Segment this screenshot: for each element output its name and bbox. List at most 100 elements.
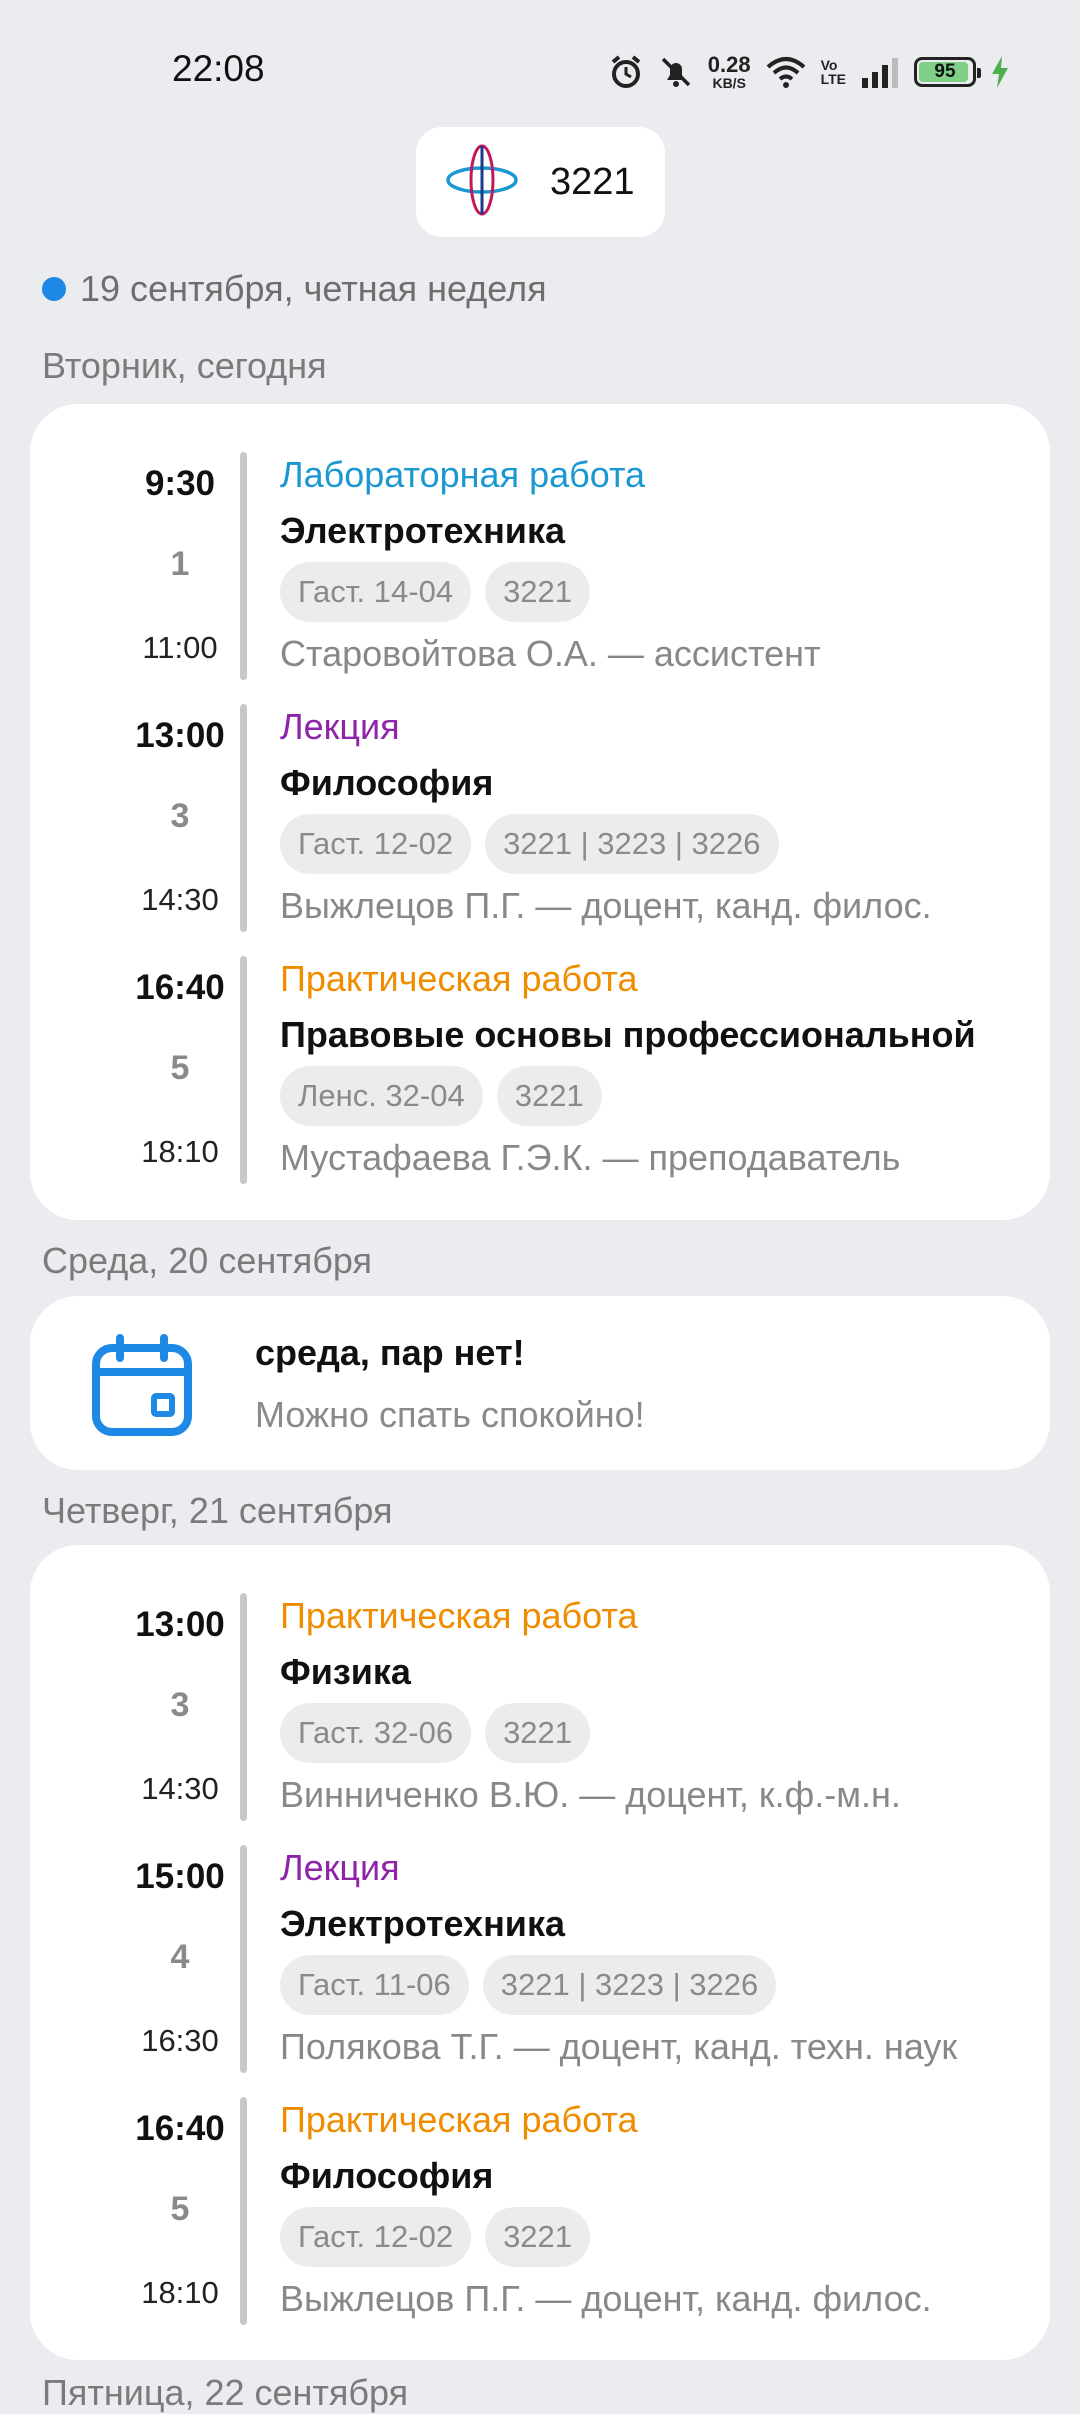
lesson-time: 16:40 5 18:10 — [70, 932, 290, 1169]
lesson-end-time: 14:30 — [141, 882, 219, 917]
battery-level: 95 — [934, 61, 956, 82]
lesson-start-time: 15:00 — [135, 1857, 225, 1896]
no-classes-subtitle: Можно спать спокойно! — [255, 1394, 645, 1435]
group-selector[interactable]: 3221 — [416, 127, 665, 237]
lesson-number: 3 — [170, 797, 190, 835]
lesson-type: Лекция — [280, 1847, 400, 1888]
lesson-time: 13:00 3 14:30 — [70, 680, 290, 917]
lesson-subject: Электротехника — [280, 510, 565, 551]
lesson-item[interactable]: 15:00 4 16:30 Лекция Электротехника Гаст… — [30, 1821, 1050, 2073]
lesson-end-time: 14:30 — [141, 1771, 219, 1806]
lesson-item[interactable]: 16:40 5 18:10 Практическая работа Правов… — [30, 932, 1050, 1184]
volte-top: Vo — [820, 57, 838, 73]
lesson-number: 4 — [170, 1938, 190, 1976]
lesson-number: 1 — [170, 545, 190, 583]
current-week-dot — [42, 277, 66, 301]
lesson-item[interactable]: 16:40 5 18:10 Практическая работа Филосо… — [30, 2073, 1050, 2325]
groups-chip[interactable]: 3221 — [496, 1066, 602, 1126]
room-chip[interactable]: Гаст. 32-06 — [280, 1703, 472, 1763]
lesson-info: Практическая работа Правовые основы проф… — [280, 952, 1030, 1190]
lesson-start-time: 13:00 — [135, 716, 225, 755]
lesson-divider — [240, 2097, 247, 2325]
lesson-item[interactable]: 13:00 3 14:30 Практическая работа Физика… — [30, 1569, 1050, 1821]
lesson-end-time: 18:10 — [141, 2275, 219, 2310]
lesson-end-time: 18:10 — [141, 1134, 219, 1169]
charging-icon — [990, 55, 1010, 89]
no-classes-title: среда, пар нет! — [255, 1332, 525, 1373]
lesson-number: 5 — [170, 2190, 190, 2228]
calendar-icon — [88, 1332, 196, 1445]
day-header: Вторник, сегодня — [42, 345, 327, 386]
lesson-time: 13:00 3 14:30 — [70, 1569, 290, 1806]
university-logo-icon — [444, 142, 520, 223]
wifi-icon — [765, 55, 807, 89]
lesson-end-time: 11:00 — [142, 630, 218, 665]
lesson-subject: Электротехника — [280, 1903, 565, 1944]
lesson-subject: Философия — [280, 762, 494, 803]
lesson-time: 9:30 1 11:00 — [70, 428, 290, 665]
week-text: 19 сентября, четная неделя — [80, 268, 547, 309]
room-chip[interactable]: Ленс. 32-04 — [280, 1066, 483, 1126]
lesson-info: Лабораторная работа Электротехника Гаст.… — [280, 448, 1030, 686]
groups-chip[interactable]: 3221 — [485, 1703, 591, 1763]
groups-chip[interactable]: 3221 — [485, 562, 591, 622]
lesson-divider — [240, 1845, 247, 2073]
lesson-type: Лабораторная работа — [280, 454, 646, 495]
status-bar: 22:08 0.28 KB/S Vo LTE 95 — [0, 0, 1080, 140]
net-speed-unit: KB/S — [712, 75, 746, 91]
groups-chip[interactable]: 3221 | 3223 | 3226 — [482, 1955, 777, 2015]
groups-chip[interactable]: 3221 — [485, 2207, 591, 2267]
volte-bottom: LTE — [820, 71, 846, 87]
room-chip[interactable]: Гаст. 12-02 — [280, 814, 472, 874]
mute-icon — [658, 54, 694, 90]
lesson-info: Лекция Философия Гаст. 12-02 3221 | 3223… — [280, 700, 1030, 938]
room-chip[interactable]: Гаст. 12-02 — [280, 2207, 472, 2267]
no-classes-card: среда, пар нет! Можно спать спокойно! — [30, 1296, 1050, 1470]
day-header: Пятница, 22 сентября — [42, 2372, 409, 2413]
day-header: Среда, 20 сентября — [42, 1240, 372, 1281]
room-chip[interactable]: Гаст. 11-06 — [280, 1955, 469, 2015]
lesson-start-time: 13:00 — [135, 1605, 225, 1644]
lesson-time: 16:40 5 18:10 — [70, 2073, 290, 2310]
lesson-divider — [240, 1593, 247, 1821]
net-speed: 0.28 KB/S — [708, 54, 751, 91]
alarm-icon — [608, 54, 644, 90]
signal-icon — [860, 56, 900, 88]
lesson-info: Практическая работа Физика Гаст. 32-06 3… — [280, 1589, 1030, 1827]
lesson-teacher[interactable]: Винниченко В.Ю. — доцент, к.ф.-м.н. — [280, 1763, 1030, 1827]
day-card-thursday: 13:00 3 14:30 Практическая работа Физика… — [30, 1545, 1050, 2360]
lesson-number: 5 — [170, 1049, 190, 1087]
lesson-divider — [240, 704, 247, 932]
lesson-divider — [240, 452, 247, 680]
lesson-subject: Философия — [280, 2155, 494, 2196]
lesson-type: Практическая работа — [280, 958, 638, 999]
lesson-item[interactable]: 13:00 3 14:30 Лекция Философия Гаст. 12-… — [30, 680, 1050, 932]
lesson-start-time: 16:40 — [135, 968, 225, 1007]
day-card-tuesday: 9:30 1 11:00 Лабораторная работа Электро… — [30, 404, 1050, 1220]
lesson-start-time: 9:30 — [144, 464, 216, 503]
lesson-teacher[interactable]: Старовойтова О.А. — ассистент — [280, 622, 1030, 686]
lesson-info: Практическая работа Философия Гаст. 12-0… — [280, 2093, 1030, 2331]
lesson-type: Лекция — [280, 706, 400, 747]
lesson-divider — [240, 956, 247, 1184]
lesson-number: 3 — [170, 1686, 190, 1724]
lesson-info: Лекция Электротехника Гаст. 11-06 3221 |… — [280, 1841, 1030, 2079]
day-header: Четверг, 21 сентября — [42, 1490, 393, 1531]
groups-chip[interactable]: 3221 | 3223 | 3226 — [485, 814, 779, 874]
lesson-subject: Правовые основы профессиональной — [280, 1014, 976, 1055]
lesson-type: Практическая работа — [280, 1595, 638, 1636]
lesson-subject: Физика — [280, 1651, 411, 1692]
room-chip[interactable]: Гаст. 14-04 — [280, 562, 472, 622]
lesson-end-time: 16:30 — [141, 2023, 219, 2058]
week-indicator: 19 сентября, четная неделя — [42, 268, 547, 310]
lesson-item[interactable]: 9:30 1 11:00 Лабораторная работа Электро… — [30, 428, 1050, 680]
lesson-teacher[interactable]: Полякова Т.Г. — доцент, канд. техн. наук — [280, 2015, 1030, 2079]
lesson-teacher[interactable]: Выжлецов П.Г. — доцент, канд. филос. — [280, 874, 1030, 938]
lesson-teacher[interactable]: Выжлецов П.Г. — доцент, канд. филос. — [280, 2267, 1030, 2331]
lesson-start-time: 16:40 — [135, 2109, 225, 2148]
status-icons: 0.28 KB/S Vo LTE 95 — [608, 50, 1010, 94]
battery-icon: 95 — [914, 57, 981, 87]
lesson-teacher[interactable]: Мустафаева Г.Э.К. — преподаватель — [280, 1126, 1030, 1190]
lesson-time: 15:00 4 16:30 — [70, 1821, 290, 2058]
status-time: 22:08 — [172, 48, 265, 89]
